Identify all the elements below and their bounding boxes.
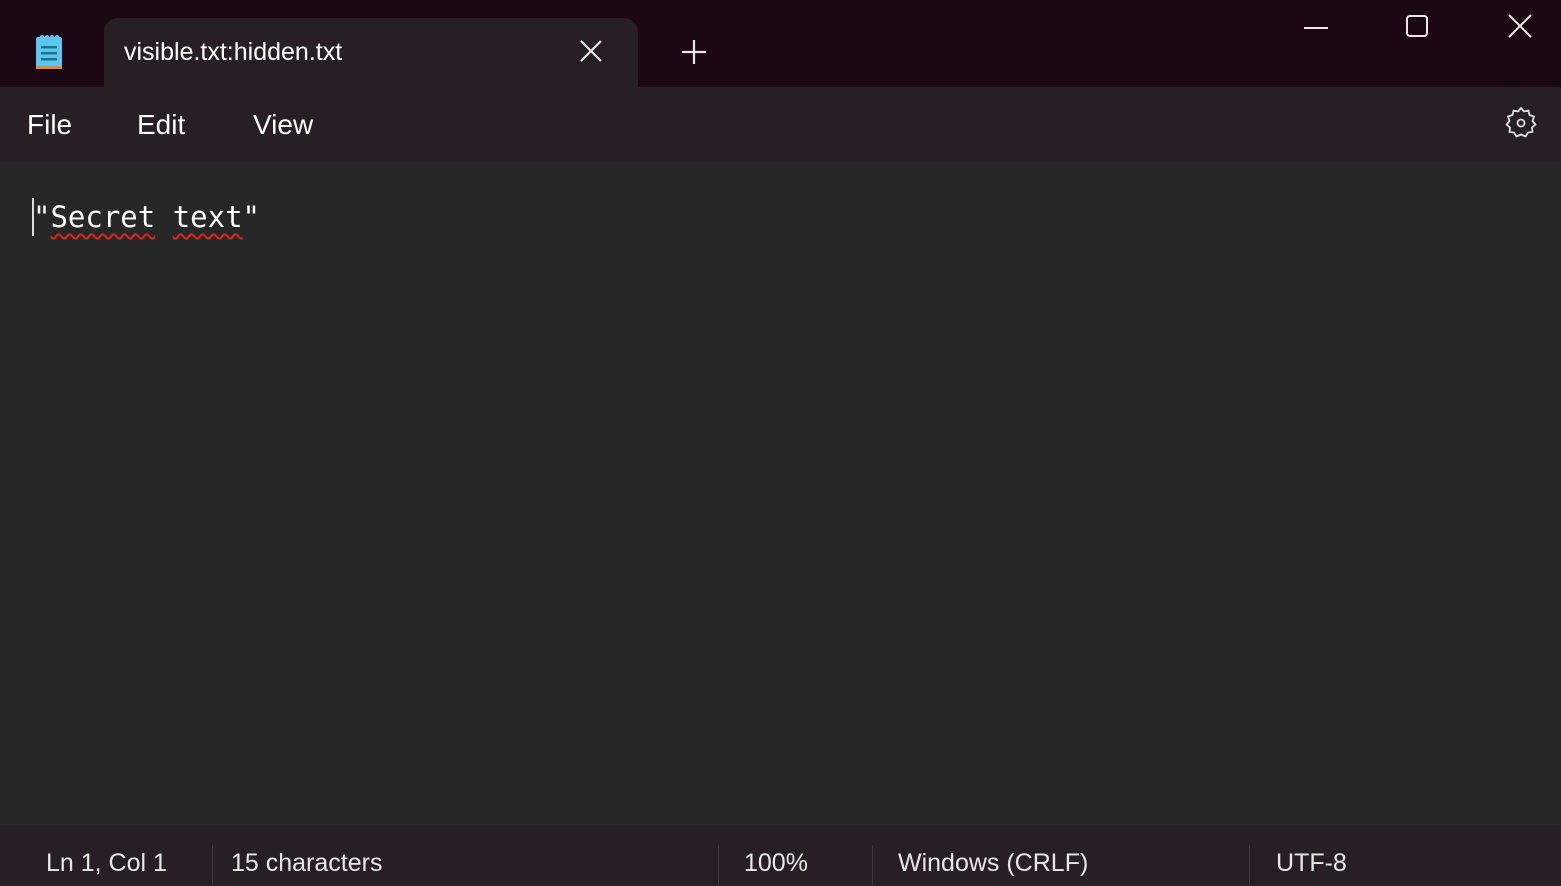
menu-edit[interactable]: Edit [137,109,185,141]
zoom-level[interactable]: 100% [744,849,808,878]
misspelled-word[interactable]: text [173,200,243,234]
status-bar: Ln 1, Col 1 15 characters 100% Windows (… [0,825,1561,886]
gear-icon[interactable] [1503,105,1539,141]
divider [212,845,213,885]
cursor-position: Ln 1, Col 1 [46,849,167,877]
quote-open: " [33,200,51,234]
maximize-button[interactable] [1397,12,1437,44]
text-editor[interactable]: "Secret text" [0,162,1561,825]
menu-view[interactable]: View [253,109,313,141]
close-window-button[interactable] [1500,12,1540,44]
menu-bar: File Edit View [0,87,1561,162]
menu-file[interactable]: File [27,109,72,141]
divider [1249,845,1250,885]
quote-close: " [242,200,261,234]
minimize-button[interactable] [1296,12,1336,44]
new-tab-button[interactable] [680,38,708,66]
divider [872,845,873,885]
tab-active[interactable]: visible.txt:hidden.txt [104,18,638,88]
notepad-icon [36,35,62,69]
misspelled-word[interactable]: Secret [50,200,155,234]
tab-title: visible.txt:hidden.txt [124,38,343,66]
encoding[interactable]: UTF-8 [1276,849,1347,878]
close-tab-icon[interactable] [578,38,604,64]
editor-line: "Secret text" [33,200,260,234]
divider [718,845,719,885]
line-ending[interactable]: Windows (CRLF) [898,849,1088,878]
title-bar: visible.txt:hidden.txt [0,0,1561,88]
character-count: 15 characters [231,849,383,877]
